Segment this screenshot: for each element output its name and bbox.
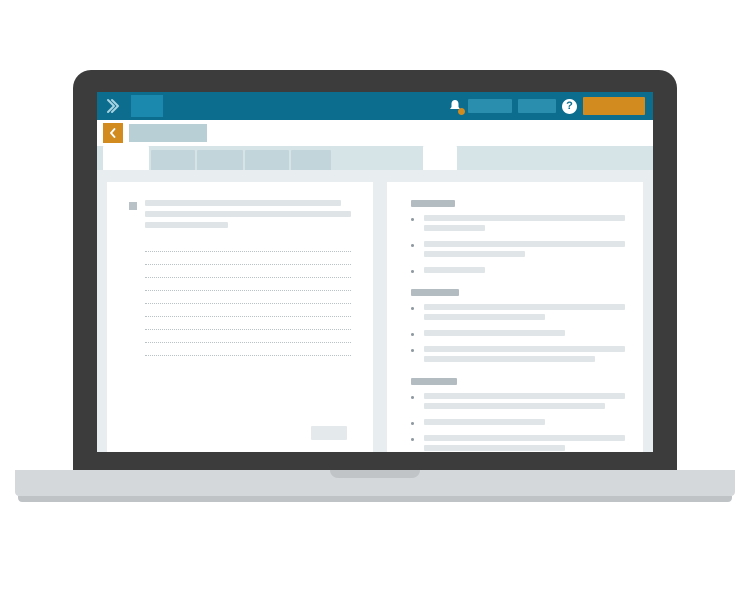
section-heading-0 xyxy=(411,200,455,207)
nav-item-active[interactable] xyxy=(131,95,163,117)
main-content xyxy=(97,170,653,452)
editor-pane xyxy=(107,182,373,452)
help-icon[interactable]: ? xyxy=(562,99,577,114)
tab-right-0[interactable] xyxy=(423,146,457,170)
doc-heading xyxy=(145,200,351,233)
list-item xyxy=(411,393,625,413)
section-heading-1 xyxy=(411,289,459,296)
section-0-list xyxy=(411,215,625,277)
text-input-area[interactable] xyxy=(145,251,351,356)
back-button[interactable] xyxy=(103,123,123,143)
submit-button[interactable] xyxy=(311,426,347,440)
primary-cta-button[interactable] xyxy=(583,97,645,115)
tab-bar xyxy=(97,146,653,170)
notification-bell-icon[interactable] xyxy=(448,99,462,113)
section-2-list xyxy=(411,393,625,452)
page-title xyxy=(129,124,207,142)
top-nav: ? xyxy=(97,92,653,120)
app-logo-icon[interactable] xyxy=(105,98,121,114)
section-1-list xyxy=(411,304,625,366)
nav-link-2[interactable] xyxy=(518,99,556,113)
list-item xyxy=(411,304,625,324)
tab-3[interactable] xyxy=(245,150,289,170)
section-heading-2 xyxy=(411,378,457,385)
list-item xyxy=(411,241,625,261)
laptop-frame: ? xyxy=(73,70,677,496)
info-pane xyxy=(387,182,643,452)
notification-badge xyxy=(458,108,465,115)
list-item xyxy=(411,419,625,429)
nav-link-1[interactable] xyxy=(468,99,512,113)
list-item xyxy=(411,435,625,452)
tab-2[interactable] xyxy=(197,150,243,170)
tab-0[interactable] xyxy=(103,146,149,170)
list-item xyxy=(411,346,625,366)
list-item xyxy=(411,215,625,235)
sub-header xyxy=(97,120,653,146)
app-screen: ? xyxy=(97,92,653,452)
tab-4[interactable] xyxy=(291,150,331,170)
laptop-base xyxy=(15,470,735,496)
screen-bezel: ? xyxy=(73,70,677,470)
doc-marker-icon xyxy=(129,202,137,210)
list-item xyxy=(411,330,625,340)
list-item xyxy=(411,267,625,277)
tab-1[interactable] xyxy=(151,150,195,170)
